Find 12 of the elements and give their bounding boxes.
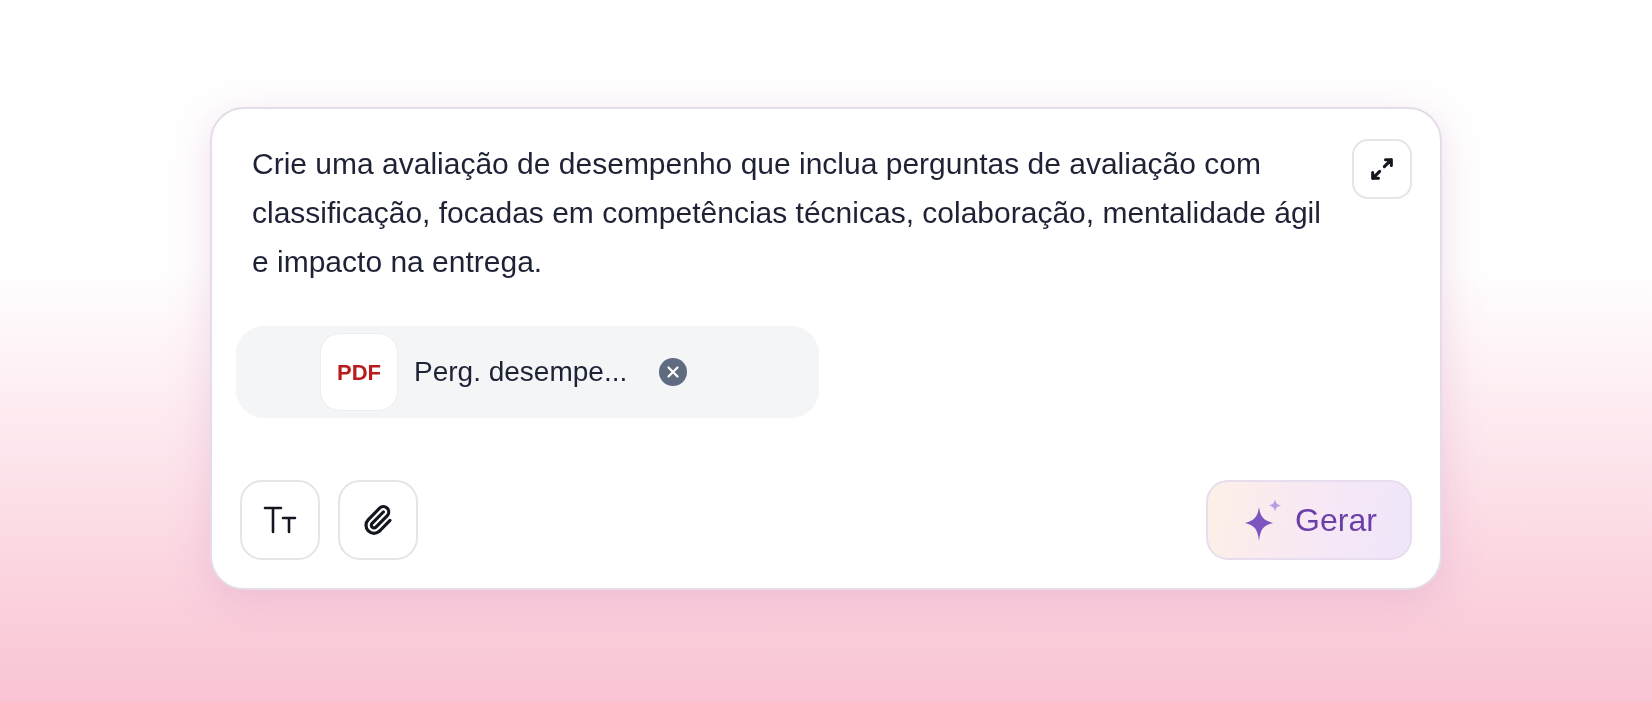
attach-button[interactable]	[338, 480, 418, 560]
remove-icon[interactable]	[659, 358, 688, 386]
expand-icon	[1368, 155, 1396, 183]
prompt-input[interactable]: Crie uma avaliação de desempenho que inclua perguntas de avaliação com classificação, focadas em competências técnicas, colaboração, mentalidade ágil e impacto na entrega.	[252, 139, 1332, 286]
text-size-icon	[263, 505, 297, 535]
generate-button[interactable]: Gerar	[1206, 480, 1412, 560]
text-format-button[interactable]	[240, 480, 320, 560]
paperclip-icon	[362, 504, 394, 536]
attachment-chip[interactable]: PDF Perg. desempe...	[236, 326, 819, 418]
file-type-badge: PDF	[320, 333, 398, 411]
expand-button[interactable]	[1352, 139, 1412, 199]
file-name: Perg. desempe...	[414, 355, 628, 389]
